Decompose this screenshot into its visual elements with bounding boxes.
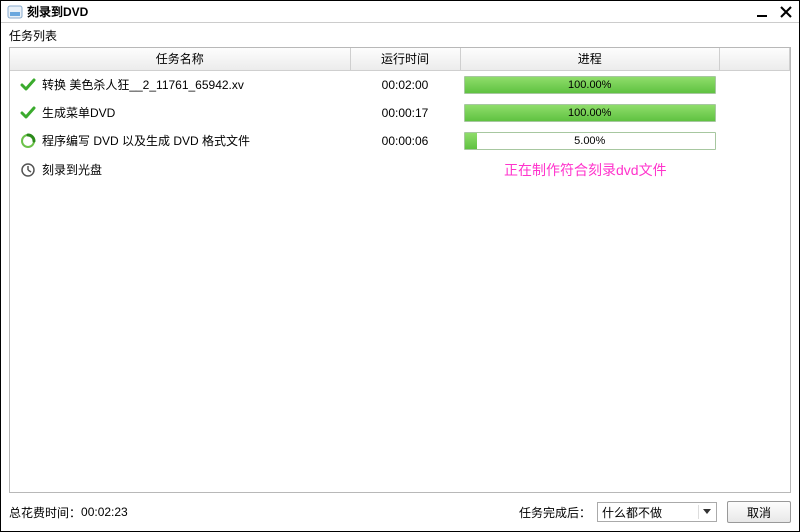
clock-icon [20, 162, 36, 178]
progress-label: 100.00% [465, 105, 715, 121]
cancel-button[interactable]: 取消 [727, 501, 791, 523]
task-panel: 任务名称 运行时间 进程 转换 美色杀人狂__2_11761_65942.xv 0… [9, 47, 791, 493]
task-row[interactable]: 转换 美色杀人狂__2_11761_65942.xv 00:02:00 100.00… [10, 70, 790, 99]
col-header-last[interactable] [720, 48, 790, 70]
footer-bar: 总花费时间： 00:02:23 任务完成后： 什么都不做 取消 [9, 499, 791, 525]
total-time-value: 00:02:23 [81, 505, 128, 519]
close-button[interactable] [779, 5, 793, 19]
task-name: 刻录到光盘 [42, 161, 102, 178]
check-icon [20, 77, 36, 93]
progress-label: 100.00% [465, 77, 715, 93]
task-runtime [350, 155, 460, 185]
task-list-label: 任务列表 [1, 23, 799, 48]
task-runtime: 00:00:17 [350, 99, 460, 127]
spinner-icon [20, 133, 36, 149]
after-complete-value: 什么都不做 [602, 504, 662, 521]
task-name: 生成菜单DVD [42, 104, 115, 121]
window-title: 刻录到DVD [27, 3, 755, 20]
col-header-runtime[interactable]: 运行时间 [350, 48, 460, 70]
col-header-name[interactable]: 任务名称 [10, 48, 350, 70]
after-complete-select[interactable]: 什么都不做 [597, 502, 717, 522]
task-table: 任务名称 运行时间 进程 转换 美色杀人狂__2_11761_65942.xv 0… [10, 48, 790, 185]
app-icon [7, 5, 23, 19]
progress-label: 5.00% [465, 133, 715, 149]
task-row[interactable]: 程序编写 DVD 以及生成 DVD 格式文件 00:00:06 5.00% [10, 127, 790, 155]
progress-bar: 5.00% [464, 132, 716, 150]
task-name: 程序编写 DVD 以及生成 DVD 格式文件 [42, 132, 250, 149]
task-row[interactable]: 刻录到光盘 正在制作符合刻录dvd文件 [10, 155, 790, 185]
status-message: 正在制作符合刻录dvd文件 [464, 160, 716, 180]
titlebar: 刻录到DVD [1, 1, 799, 23]
task-runtime: 00:00:06 [350, 127, 460, 155]
check-icon [20, 105, 36, 121]
chevron-down-icon [698, 505, 714, 519]
total-time-label: 总花费时间： [9, 504, 81, 521]
col-header-progress[interactable]: 进程 [460, 48, 720, 70]
task-runtime: 00:02:00 [350, 70, 460, 99]
progress-bar: 100.00% [464, 104, 716, 122]
task-row[interactable]: 生成菜单DVD 00:00:17 100.00% [10, 99, 790, 127]
progress-bar: 100.00% [464, 76, 716, 94]
after-complete-label: 任务完成后： [519, 504, 591, 521]
minimize-button[interactable] [755, 5, 769, 19]
task-name: 转换 美色杀人狂__2_11761_65942.xv [42, 76, 244, 93]
